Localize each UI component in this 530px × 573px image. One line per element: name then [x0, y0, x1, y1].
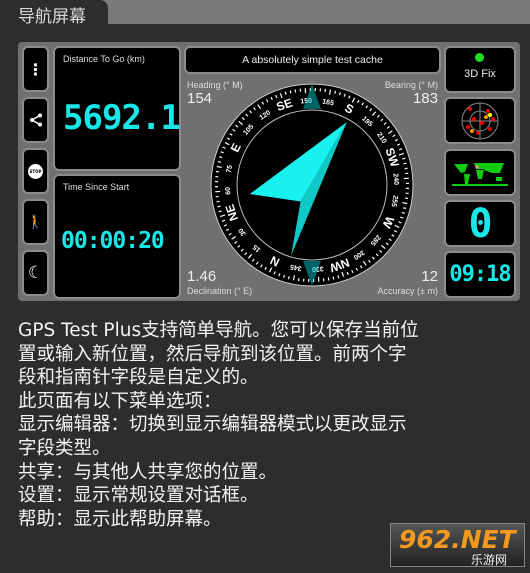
description-line: 设置：显示常规设置对话框。	[18, 485, 259, 507]
compass-tick	[338, 92, 341, 96]
description-line: 显示编辑器：切换到显示编辑器模式以更改显示	[18, 414, 407, 436]
satellite-count[interactable]: 0	[444, 200, 516, 247]
sky-plot[interactable]	[444, 97, 516, 144]
description-line: GPS Test Plus支持简单导航。您可以保存当前位	[18, 320, 419, 341]
navigation-screenshot: ⋮ STOP 🚶 ☾ Distance To Go (km) 5692.1 Ti…	[18, 42, 520, 301]
help-description: GPS Test Plus支持简单导航。您可以保存当前位 置或输入新位置，然后导…	[18, 319, 528, 531]
tab-navigation-screen[interactable]: 导航屏幕	[0, 0, 108, 27]
sky-plot-icon	[461, 102, 499, 139]
satellite-count-value: 0	[468, 200, 492, 247]
compass-tick	[218, 210, 222, 213]
fix-status[interactable]: 3D Fix	[444, 46, 516, 93]
description-line: 共享：与其他人共享您的位置。	[18, 461, 278, 483]
compass-label: 60	[225, 187, 233, 195]
watermark-brand: 962.NET	[399, 525, 516, 554]
compass-tick	[403, 162, 407, 165]
compass-tick	[404, 167, 408, 170]
watermark-sub: 乐游网	[471, 553, 508, 567]
world-map[interactable]	[444, 149, 516, 196]
compass-tick	[294, 89, 297, 93]
compass-tick	[217, 160, 221, 163]
compass-tick	[402, 157, 406, 160]
clock[interactable]: 09:18	[444, 251, 516, 298]
compass-tick	[287, 276, 290, 280]
compass-tick	[219, 156, 223, 159]
compass-tick	[327, 277, 330, 281]
compass-tick	[289, 90, 292, 94]
description-line: 段和指南针字段是自定义的。	[18, 367, 259, 389]
compass-label: 240	[392, 173, 400, 185]
compass-tick	[216, 200, 220, 203]
compass-tick	[334, 90, 337, 94]
compass-tick	[401, 211, 405, 214]
world-map-icon	[452, 162, 508, 186]
compass-tick	[283, 274, 286, 278]
compass-tick	[217, 205, 221, 208]
description-line: 置或输入新位置，然后导航到该位置。前两个字	[18, 343, 407, 365]
description-line: 此页面有以下菜单选项：	[18, 390, 222, 412]
compass-tick	[337, 275, 340, 279]
compass-tick	[332, 276, 335, 280]
watermark-logo: 962.NET 乐游网	[390, 523, 525, 567]
compass-label: 75	[226, 164, 234, 173]
clock-value: 09:18	[449, 262, 511, 287]
description-line: 字段类型。	[18, 437, 111, 459]
fix-status-text: 3D Fix	[464, 68, 496, 80]
fix-indicator-icon	[475, 53, 484, 62]
compass-tick	[284, 91, 287, 95]
compass-tick	[403, 207, 407, 210]
